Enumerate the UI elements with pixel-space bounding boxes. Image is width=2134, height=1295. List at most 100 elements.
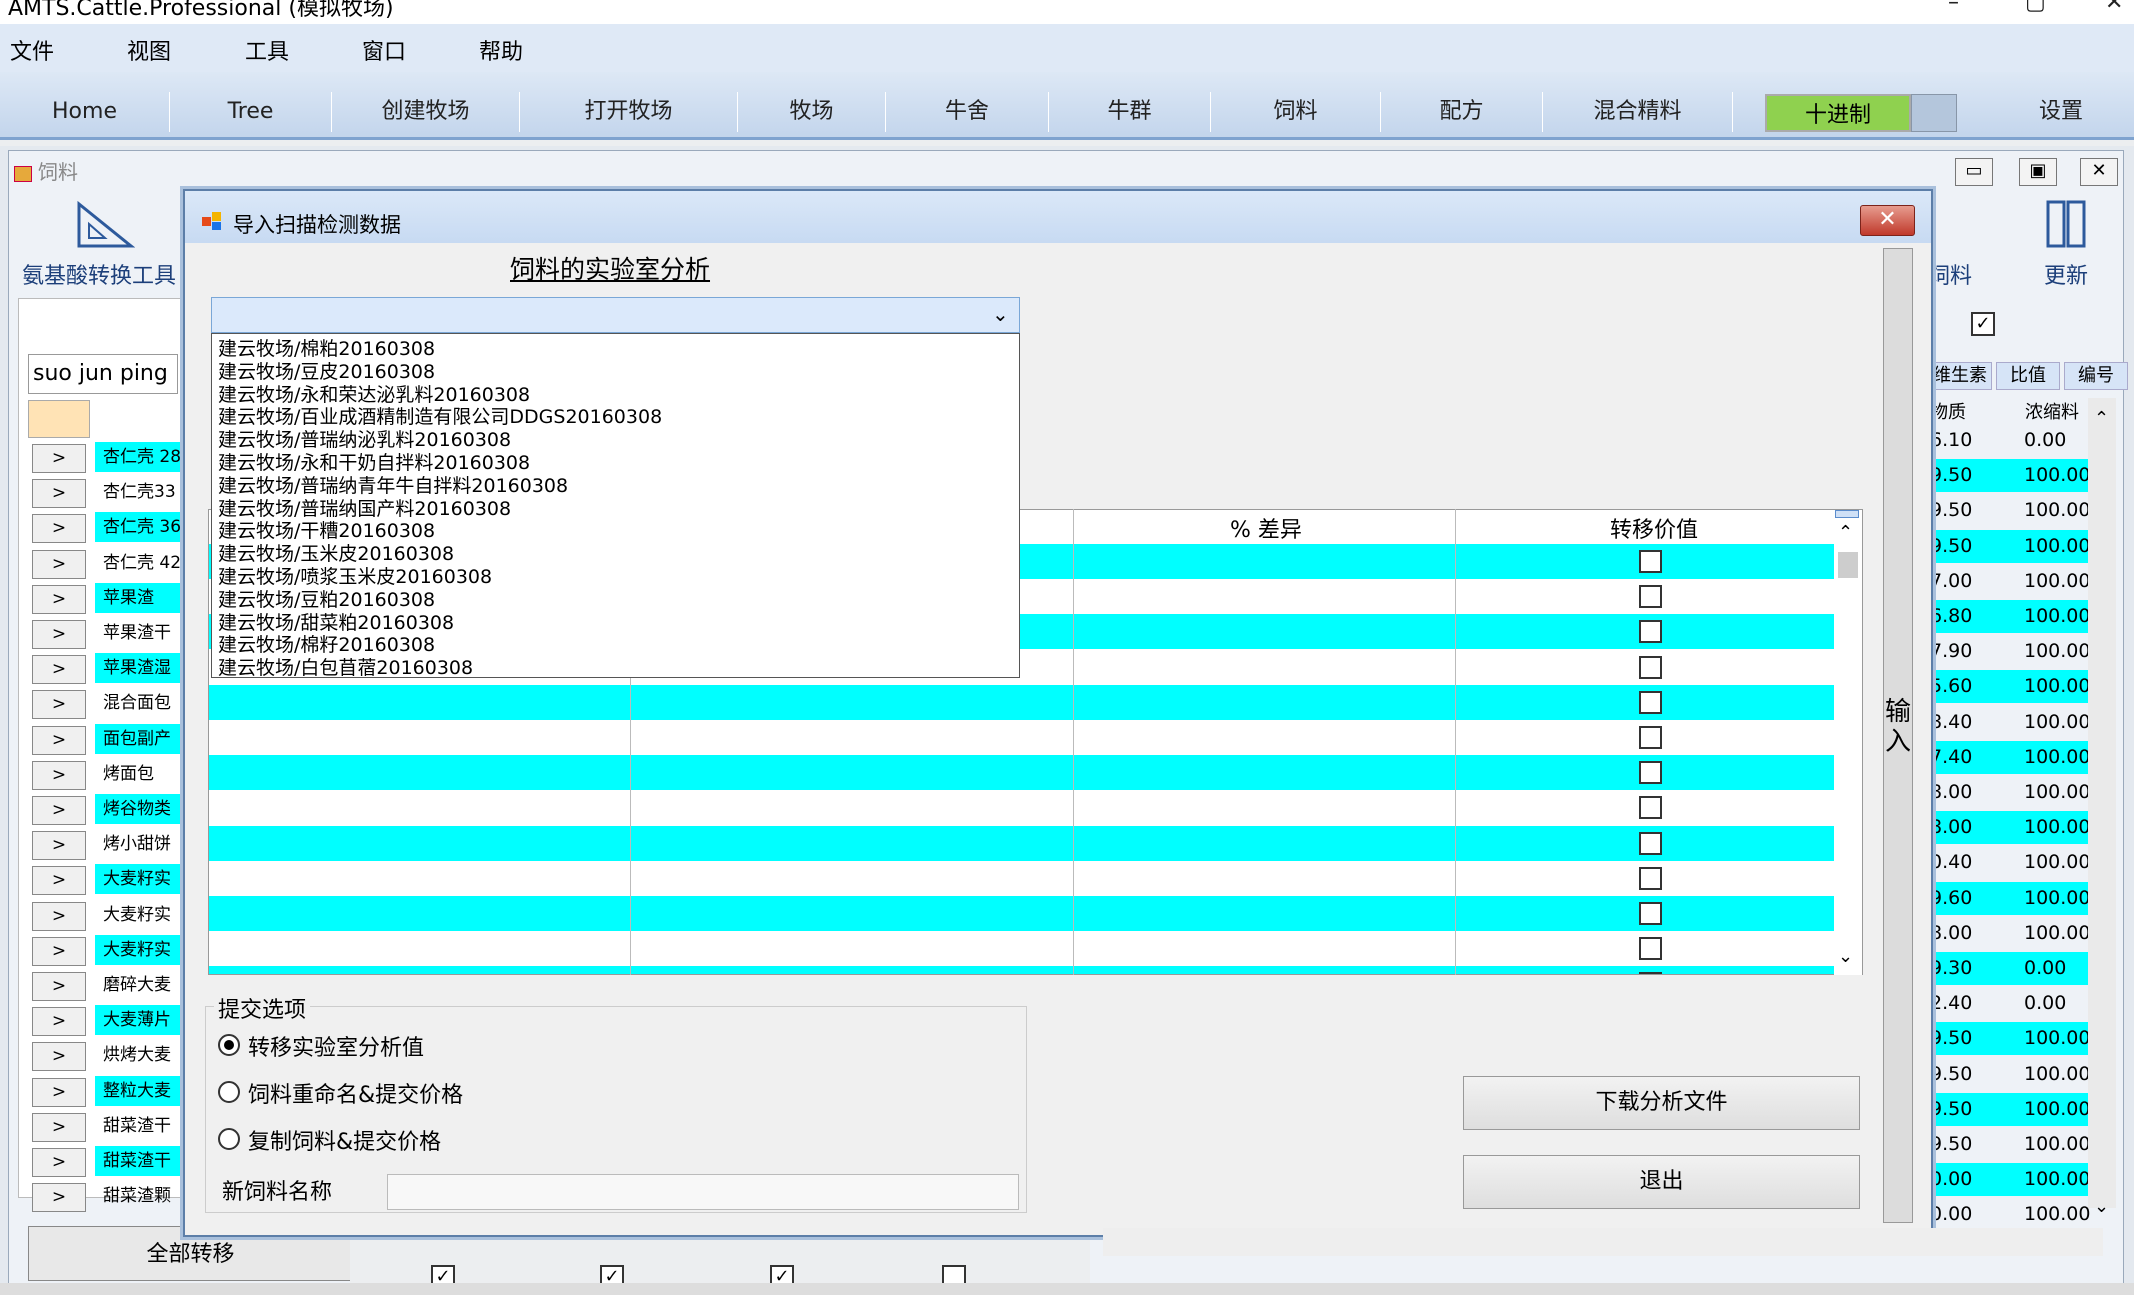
right-table-row[interactable]: 9.50 100.00 (1928, 1022, 2108, 1056)
row-expand-button[interactable]: > (32, 620, 86, 649)
dropdown-option[interactable]: 建云牧场/普瑞纳国产料20160308 (218, 498, 511, 520)
right-table-row[interactable]: 6.80 100.00 (1928, 600, 2108, 633)
dropdown-option[interactable]: 建云牧场/永和荣达泌乳料20160308 (218, 384, 530, 406)
label-rename-feed[interactable]: 饲料重命名&提交价格 (248, 1077, 463, 1109)
row-expand-button[interactable]: > (32, 444, 86, 473)
new-feed-name-input[interactable] (387, 1174, 1019, 1210)
row-expand-button[interactable]: > (32, 760, 86, 790)
label-copy-feed[interactable]: 复制饲料&提交价格 (248, 1124, 441, 1156)
import-button-label[interactable]: 输入 (1883, 697, 1913, 757)
set-square-icon[interactable] (75, 200, 135, 250)
feed-row-name[interactable]: 杏仁壳 42 (95, 548, 185, 578)
analysis-grid-row[interactable] (209, 861, 1835, 896)
row-expand-button[interactable]: > (32, 972, 86, 1001)
download-analysis-button[interactable]: 下载分析文件 (1463, 1076, 1860, 1130)
grid-vscroll[interactable] (1834, 520, 1862, 975)
row-expand-button[interactable]: > (32, 725, 86, 755)
row-expand-button[interactable]: > (32, 655, 86, 685)
feed-row-name[interactable]: 苹果渣湿 (95, 653, 185, 684)
tab-home[interactable]: Home (0, 92, 170, 132)
grid-scroll-top-cap[interactable] (1835, 510, 1859, 518)
transfer-value-checkbox[interactable] (1639, 585, 1662, 609)
grid-scroll-up-icon[interactable]: ⌃ (1838, 522, 1853, 543)
feed-row-name[interactable]: 烤小甜饼 (95, 829, 185, 859)
right-table-row[interactable]: 8.40 100.00 (1928, 706, 2108, 739)
tab-feed[interactable]: 饲料 (1211, 92, 1381, 132)
feed-row-name[interactable]: 大麦籽实 (95, 900, 185, 930)
transfer-value-checkbox[interactable] (1639, 937, 1662, 961)
tab-settings[interactable]: 设置 (1988, 92, 2134, 132)
right-table-row[interactable]: 6.10 0.00 (1928, 424, 2108, 457)
feed-minimize-button[interactable]: ▭ (1955, 158, 1993, 186)
grid-scroll-thumb[interactable] (1838, 552, 1858, 578)
menu-window[interactable]: 窗口 (362, 34, 406, 66)
right-table-row[interactable]: 9.60 100.00 (1928, 881, 2108, 915)
tab-ratio[interactable]: 比值 (1996, 362, 2060, 390)
transfer-value-checkbox[interactable] (1639, 620, 1662, 644)
feed-row-name[interactable]: 面包副产 (95, 723, 185, 754)
radio-copy-feed[interactable] (218, 1128, 240, 1150)
tab-herd[interactable]: 牛群 (1049, 92, 1211, 132)
tab-farm[interactable]: 牧场 (738, 92, 886, 132)
exit-button[interactable]: 退出 (1463, 1155, 1860, 1209)
right-table-row[interactable]: 0.00 100.00 (1928, 1163, 2108, 1197)
analysis-grid-row[interactable] (209, 720, 1835, 755)
analysis-grid-row[interactable] (209, 825, 1835, 861)
right-table-row[interactable]: 9.50 100.00 (1928, 529, 2108, 563)
dropdown-option[interactable]: 建云牧场/白包苜蓿20160308 (218, 657, 473, 677)
analysis-grid-row[interactable] (209, 966, 1835, 974)
menu-view[interactable]: 视图 (127, 34, 171, 66)
right-table-row[interactable]: 9.50 100.00 (1928, 459, 2108, 493)
right-table-row[interactable]: 9.50 100.00 (1928, 1058, 2108, 1091)
tab-barn[interactable]: 牛舍 (886, 92, 1049, 132)
transfer-value-checkbox[interactable] (1639, 831, 1662, 855)
right-table-row[interactable]: 0.00 100.00 (1928, 1198, 2108, 1231)
toggle-knob[interactable] (1911, 94, 1957, 132)
analysis-grid-row[interactable] (209, 755, 1835, 791)
scroll-up-icon[interactable]: ⌃ (2094, 408, 2109, 429)
right-table-row[interactable]: 8.00 100.00 (1928, 776, 2108, 809)
right-table-row[interactable]: 8.00 100.00 (1928, 811, 2108, 845)
right-table-row[interactable]: 8.00 100.00 (1928, 917, 2108, 950)
row-expand-button[interactable]: > (32, 1183, 86, 1213)
feed-row-name[interactable]: 烘烤大麦 (95, 1040, 185, 1070)
transfer-value-checkbox[interactable] (1639, 902, 1662, 925)
row-expand-button[interactable]: > (32, 1042, 86, 1072)
feed-row-name[interactable]: 烤面包 (95, 759, 185, 789)
row-expand-button[interactable]: > (32, 514, 86, 544)
right-table-row[interactable]: 9.30 0.00 (1928, 952, 2108, 985)
close-window-button[interactable]: ✕ (2105, 0, 2123, 14)
row-expand-button[interactable]: > (32, 690, 86, 720)
tab-open-farm[interactable]: 打开牧场 (520, 92, 738, 132)
right-table-row[interactable]: 7.00 100.00 (1928, 565, 2108, 598)
dropdown-option[interactable]: 建云牧场/普瑞纳青年牛自拌料20160308 (218, 475, 568, 497)
label-transfer-lab-values[interactable]: 转移实验室分析值 (248, 1030, 424, 1062)
minimize-button[interactable]: – (1948, 0, 1959, 14)
right-table-row[interactable]: 5.60 100.00 (1928, 670, 2108, 704)
right-table-row[interactable]: 9.50 100.00 (1928, 494, 2108, 527)
transfer-value-checkbox[interactable] (1639, 796, 1662, 820)
feed-row-name[interactable]: 烤谷物类 (95, 794, 185, 824)
row-expand-button[interactable]: > (32, 549, 86, 579)
transfer-value-checkbox[interactable] (1639, 761, 1662, 785)
transfer-value-checkbox[interactable] (1639, 550, 1662, 573)
feed-row-name[interactable]: 混合面包 (95, 688, 185, 718)
feed-row-name[interactable]: 大麦籽实 (95, 934, 185, 965)
dropdown-option[interactable]: 建云牧场/玉米皮20160308 (218, 543, 454, 565)
analysis-grid-row[interactable] (209, 931, 1835, 966)
row-expand-button[interactable]: > (32, 1077, 86, 1107)
transfer-value-checkbox[interactable] (1639, 866, 1662, 890)
row-expand-button[interactable]: > (32, 479, 86, 509)
dropdown-option[interactable]: 建云牧场/豆皮20160308 (218, 361, 435, 383)
row-expand-button[interactable]: > (32, 901, 86, 931)
bottom-scrollbar[interactable] (0, 1283, 2134, 1295)
right-table-row[interactable]: 0.40 100.00 (1928, 846, 2108, 879)
dropdown-option[interactable]: 建云牧场/普瑞纳泌乳料20160308 (218, 429, 511, 451)
right-bottom-scroll[interactable] (1103, 1228, 2103, 1256)
right-table-row[interactable]: 7.40 100.00 (1928, 740, 2108, 774)
dropdown-option[interactable]: 建云牧场/永和干奶自拌料20160308 (218, 452, 530, 474)
menu-help[interactable]: 帮助 (479, 34, 523, 66)
feed-row-name[interactable]: 整粒大麦 (95, 1075, 185, 1106)
transfer-value-checkbox[interactable] (1639, 726, 1662, 749)
feed-close-button[interactable]: ✕ (2080, 158, 2118, 186)
